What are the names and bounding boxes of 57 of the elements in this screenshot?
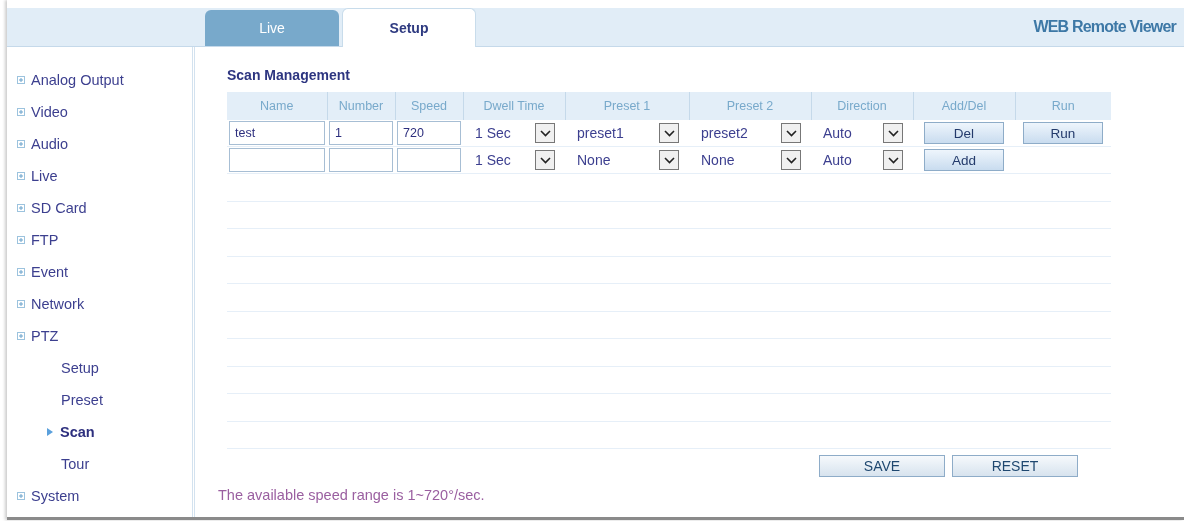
dropdown[interactable]: None (689, 150, 811, 170)
column-header: Preset 2 (689, 92, 811, 120)
expand-icon (17, 172, 25, 180)
section-title: Scan Management (227, 67, 351, 83)
sidebar-subitem[interactable]: Tour (7, 448, 192, 480)
column-header: Number (327, 92, 395, 120)
run-button[interactable]: Run (1023, 122, 1103, 144)
sidebar-item[interactable]: Video (7, 96, 192, 128)
text-field[interactable]: 720 (397, 121, 461, 145)
sidebar-subitem[interactable]: Setup (7, 352, 192, 384)
expand-icon (17, 140, 25, 148)
expand-icon (17, 492, 25, 500)
column-header: Direction (811, 92, 913, 120)
expand-icon (17, 236, 25, 244)
sidebar-item[interactable]: Network (7, 288, 192, 320)
row-action-button[interactable]: Add (924, 149, 1004, 171)
row-action-button[interactable]: Del (924, 122, 1004, 144)
dropdown[interactable]: Auto (811, 150, 913, 170)
sidebar-item[interactable]: FTP (7, 224, 192, 256)
sidebar-item[interactable]: Analog Output (7, 64, 192, 96)
column-header: Run (1015, 92, 1111, 120)
column-header: Dwell Time (463, 92, 565, 120)
dropdown[interactable]: Auto (811, 123, 913, 143)
expand-icon (17, 76, 25, 84)
form-button[interactable]: RESET (952, 455, 1078, 477)
sidebar-item[interactable]: Live (7, 160, 192, 192)
sidebar-item[interactable]: System (7, 480, 192, 512)
expand-icon (17, 268, 25, 276)
dropdown[interactable]: preset2 (689, 123, 811, 143)
sidebar-item[interactable]: PTZ (7, 320, 192, 352)
form-button[interactable]: SAVE (819, 455, 945, 477)
expand-icon (17, 204, 25, 212)
sidebar-item[interactable]: SD Card (7, 192, 192, 224)
text-field[interactable]: test (229, 121, 325, 145)
sidebar-item[interactable]: Event (7, 256, 192, 288)
text-field[interactable] (397, 148, 461, 172)
sidebar-subitem[interactable]: Scan (7, 416, 192, 448)
text-field[interactable] (329, 148, 393, 172)
pointer-icon (47, 428, 53, 436)
column-header: Name (227, 92, 327, 120)
dropdown[interactable]: preset1 (565, 123, 689, 143)
sidebar-item[interactable]: Audio (7, 128, 192, 160)
expand-icon (17, 332, 25, 340)
sidebar-subitem[interactable]: Preset (7, 384, 192, 416)
column-header: Speed (395, 92, 463, 120)
speed-note: The available speed range is 1~720°/sec. (218, 487, 486, 503)
tab[interactable]: Setup (342, 8, 476, 47)
dropdown[interactable]: 1 Sec (463, 123, 565, 143)
column-header: Preset 1 (565, 92, 689, 120)
dropdown[interactable]: 1 Sec (463, 150, 565, 170)
expand-icon (17, 300, 25, 308)
expand-icon (17, 108, 25, 116)
app-title: WEB Remote Viewer (1033, 18, 1178, 36)
text-field[interactable] (229, 148, 325, 172)
dropdown[interactable]: None (565, 150, 689, 170)
text-field[interactable]: 1 (329, 121, 393, 145)
column-header: Add/Del (913, 92, 1015, 120)
